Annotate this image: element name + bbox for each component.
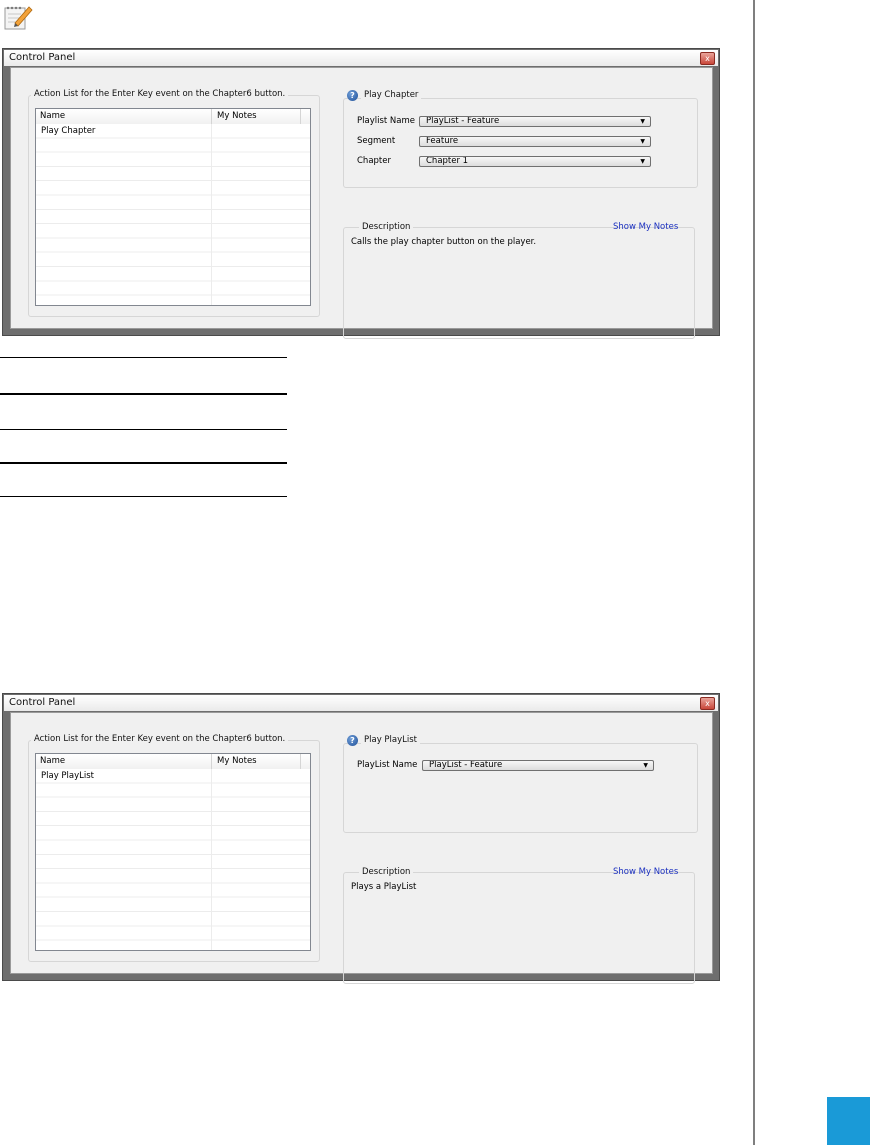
playlist-name-label: Playlist Name [357, 116, 415, 126]
action-list-group-label: Action List for the Enter Key event on t… [31, 734, 289, 745]
chevron-down-icon: ▼ [640, 158, 645, 165]
action-group [343, 743, 698, 833]
action-list-group-label: Action List for the Enter Key event on t… [31, 89, 289, 100]
playlist-name-value: PlayList - Feature [426, 116, 500, 126]
description-label: Description [359, 867, 414, 878]
description-label: Description [359, 222, 414, 233]
action-group-title: Play Chapter [361, 90, 422, 101]
form-line [0, 357, 287, 358]
column-separator [211, 754, 212, 769]
window-title: Control Panel [4, 50, 718, 66]
window-client-area: Action List for the Enter Key event on t… [10, 67, 713, 339]
playlist-name-dropdown[interactable]: PlayList - Feature ▼ [419, 116, 651, 127]
segment-label: Segment [357, 136, 396, 146]
column-header-name[interactable]: Name [40, 111, 65, 121]
action-group-title: Play PlayList [361, 735, 421, 746]
show-my-notes-link[interactable]: Show My Notes [613, 867, 678, 878]
question-circle-icon[interactable]: ? [347, 90, 358, 101]
description-text: Plays a PlayList [351, 882, 417, 892]
form-line [0, 462, 287, 464]
description-text: Calls the play chapter button on the pla… [351, 237, 537, 247]
column-header-my-notes[interactable]: My Notes [217, 756, 257, 766]
segment-dropdown[interactable]: Feature ▼ [419, 136, 651, 147]
chevron-down-icon: ▼ [640, 118, 645, 125]
table-rows [36, 124, 310, 305]
chapter-value: Chapter 1 [426, 156, 469, 166]
segment-value: Feature [426, 136, 459, 146]
table-row[interactable]: Play Chapter [41, 126, 95, 136]
chapter-dropdown[interactable]: Chapter 1 ▼ [419, 156, 651, 167]
chevron-down-icon: ▼ [640, 138, 645, 145]
action-list-table[interactable]: Name My Notes Play PlayList [35, 753, 311, 951]
table-rows [36, 769, 310, 950]
window-client-area: Action List for the Enter Key event on t… [10, 712, 713, 984]
page-edge-bar [753, 0, 755, 1145]
close-icon[interactable]: x [700, 52, 715, 65]
action-list-table[interactable]: Name My Notes Play Chapter [35, 108, 311, 306]
column-header-name[interactable]: Name [40, 756, 65, 766]
playlist-name-value: PlayList - Feature [429, 760, 503, 770]
question-circle-icon[interactable]: ? [347, 735, 358, 746]
playlist-name-label: PlayList Name [357, 760, 418, 770]
window-title: Control Panel [4, 695, 718, 711]
accent-square [827, 1097, 870, 1145]
close-icon[interactable]: x [700, 697, 715, 710]
form-line [0, 429, 287, 430]
show-my-notes-link[interactable]: Show My Notes [613, 222, 678, 233]
table-header: Name My Notes [36, 754, 310, 770]
row-column-divider [211, 124, 212, 305]
column-separator [211, 109, 212, 124]
playlist-name-dropdown[interactable]: PlayList - Feature ▼ [422, 760, 654, 771]
form-line [0, 496, 287, 497]
column-header-my-notes[interactable]: My Notes [217, 111, 257, 121]
chevron-down-icon: ▼ [643, 762, 648, 769]
table-row[interactable]: Play PlayList [41, 771, 94, 781]
chapter-label: Chapter [357, 156, 391, 166]
control-panel-window: Control Panel x Action List for the Ente… [2, 48, 720, 339]
note-pencil-icon [4, 6, 33, 30]
column-separator [300, 754, 301, 769]
table-header: Name My Notes [36, 109, 310, 125]
row-column-divider [211, 769, 212, 950]
control-panel-window: Control Panel x Action List for the Ente… [2, 693, 720, 984]
column-separator [300, 109, 301, 124]
form-line [0, 393, 287, 395]
